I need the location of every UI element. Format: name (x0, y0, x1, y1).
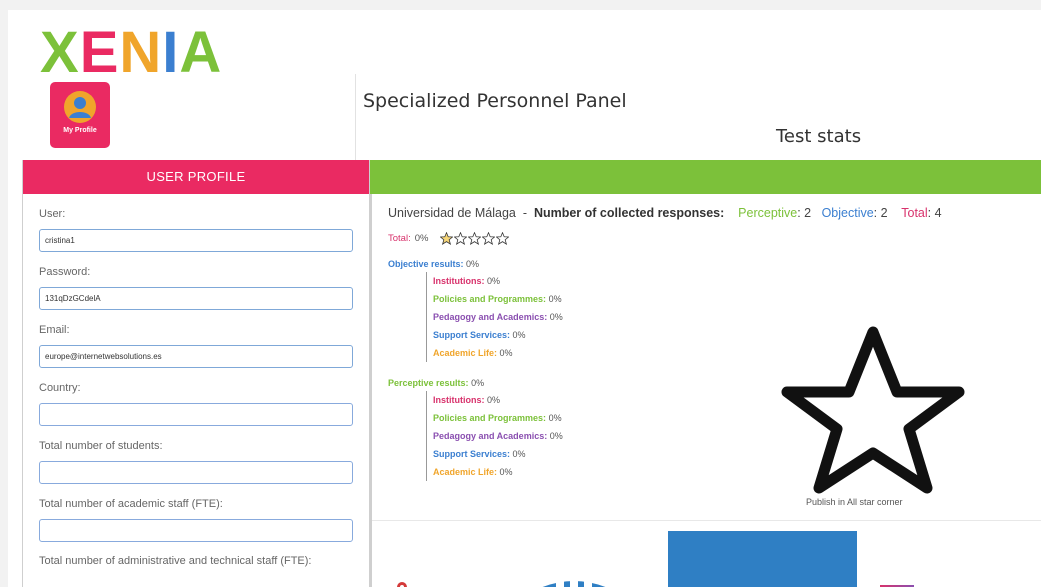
publish-label[interactable]: Publish in All star corner (806, 497, 903, 507)
page: XENIA My Profile Specialized Personnel P… (8, 10, 1041, 587)
logo-letter-i: I (162, 20, 180, 85)
perceptive-academic-life-label: Academic Life: (433, 467, 498, 477)
perceptive-support-label: Support Services: (433, 449, 511, 459)
rating-star-icon (454, 232, 468, 245)
objective-policies: Policies and Programmes: 0% (433, 290, 1038, 308)
bottom-red-logo-icon (397, 582, 407, 587)
logo-letter-x: X (40, 20, 80, 85)
password-input[interactable]: 131qDzGCdelA (39, 287, 353, 310)
total-count: : 4 (927, 206, 942, 220)
overall-total-label: Total: (388, 233, 411, 244)
stats-header-bar (370, 160, 1041, 194)
objective-pedagogy-label: Pedagogy and Academics: (433, 312, 548, 322)
students-label: Total number of students: (39, 440, 163, 452)
panel-title: Specialized Personnel Panel (363, 90, 627, 112)
logo-letter-n: N (119, 20, 163, 85)
section-title: Test stats (776, 126, 862, 147)
perceptive-count: : 2 (797, 206, 812, 220)
academic-staff-input[interactable] (39, 519, 353, 542)
email-input[interactable]: europe@internetwebsolutions.es (39, 345, 353, 368)
country-label: Country: (39, 382, 81, 394)
perceptive-academic-life-value: 0% (499, 467, 513, 477)
email-label: Email: (39, 324, 70, 336)
my-profile-label: My Profile (63, 127, 97, 134)
user-label: User: (39, 208, 66, 220)
objective-count: : 2 (873, 206, 888, 220)
academic-staff-label: Total number of academic staff (FTE): (39, 498, 223, 510)
admin-staff-label: Total number of administrative and techn… (39, 555, 312, 567)
university-name: Universidad de Málaga (388, 206, 516, 220)
user-profile-panel: USER PROFILE User: cristina1 Password: 1… (22, 160, 370, 587)
my-profile-button[interactable]: My Profile (50, 82, 110, 148)
summary-separator: - (522, 206, 527, 220)
rating-star-icon (468, 232, 482, 245)
responses-summary: Universidad de Málaga - Number of collec… (388, 206, 1038, 220)
perceptive-pedagogy-value: 0% (549, 431, 563, 441)
perceptive-label: Perceptive (738, 206, 798, 220)
publish-star-icon[interactable] (778, 320, 968, 500)
stats-left-border (370, 194, 372, 587)
responses-label: Number of collected responses: (533, 206, 725, 220)
perceptive-policies-value: 0% (548, 413, 562, 423)
rating-star-icon (496, 232, 510, 245)
objective-results-heading: Objective results: (388, 259, 464, 269)
students-input[interactable] (39, 461, 353, 484)
bottom-blue-logo (668, 531, 857, 587)
star-rating (440, 232, 510, 245)
overall-total-row: Total: 0% (388, 232, 1038, 245)
logo-letter-a: A (179, 20, 223, 85)
user-avatar-icon (64, 91, 96, 123)
perceptive-institutions-label: Institutions: (433, 395, 485, 405)
objective-results-value: 0% (466, 259, 480, 269)
overall-total-value: 0% (414, 233, 429, 244)
objective-support-label: Support Services: (433, 330, 511, 340)
perceptive-institutions-value: 0% (487, 395, 501, 405)
content-divider (372, 520, 1041, 521)
xenia-logo: XENIA (40, 24, 222, 82)
rating-star-icon (482, 232, 496, 245)
objective-policies-value: 0% (548, 294, 562, 304)
total-label: Total (901, 206, 928, 220)
perceptive-support-value: 0% (512, 449, 526, 459)
user-profile-heading: USER PROFILE (23, 160, 369, 194)
perceptive-results-heading: Perceptive results: (388, 378, 469, 388)
rating-star-icon (440, 232, 454, 245)
objective-institutions-label: Institutions: (433, 276, 485, 286)
country-input[interactable] (39, 403, 353, 426)
header-divider (355, 74, 356, 164)
objective-support-value: 0% (512, 330, 526, 340)
objective-label: Objective (821, 206, 874, 220)
password-label: Password: (39, 266, 91, 278)
user-profile-form: User: cristina1 Password: 131qDzGCdelA E… (23, 194, 369, 568)
objective-academic-life-label: Academic Life: (433, 348, 498, 358)
user-input[interactable]: cristina1 (39, 229, 353, 252)
perceptive-pedagogy-label: Pedagogy and Academics: (433, 431, 548, 441)
objective-policies-label: Policies and Programmes: (433, 294, 547, 304)
objective-academic-life-value: 0% (499, 348, 513, 358)
objective-institutions-value: 0% (487, 276, 501, 286)
logo-letter-e: E (79, 20, 120, 85)
perceptive-results-value: 0% (471, 378, 485, 388)
perceptive-policies-label: Policies and Programmes: (433, 413, 547, 423)
university-building-icon (542, 573, 606, 587)
objective-pedagogy-value: 0% (549, 312, 563, 322)
objective-results-title: Objective results: 0% (388, 259, 1038, 269)
objective-institutions: Institutions: 0% (433, 272, 1038, 290)
